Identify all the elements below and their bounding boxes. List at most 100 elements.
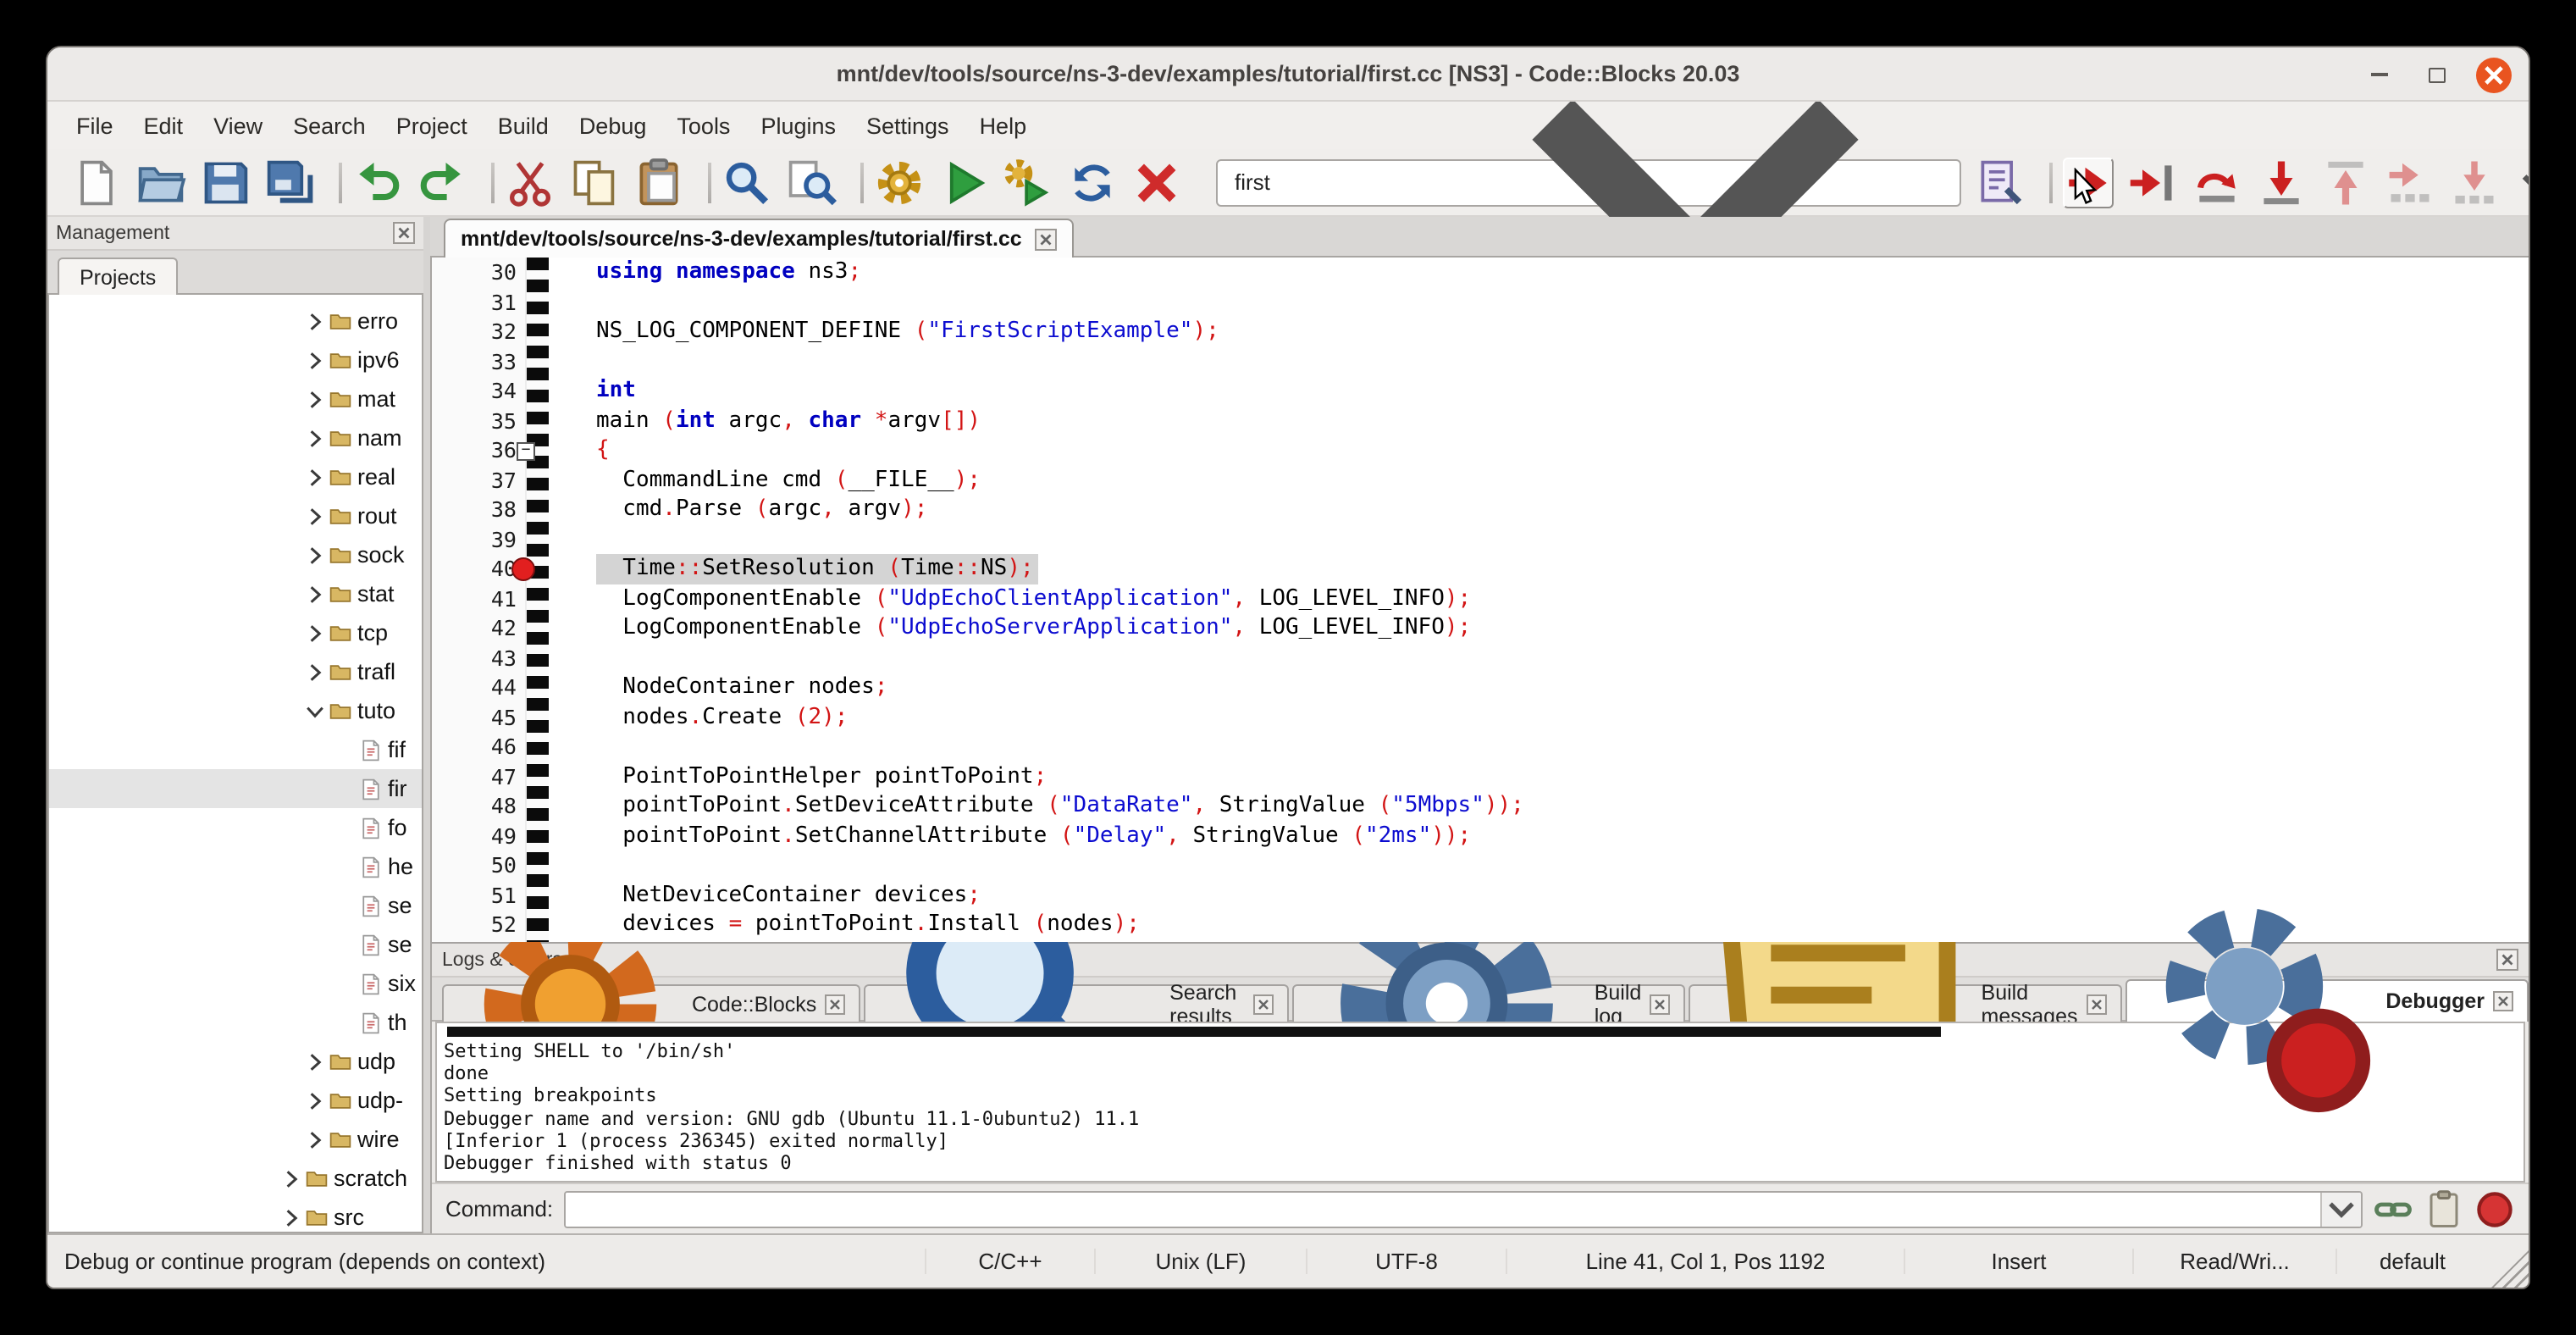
tree-item-scratch[interactable]: scratch	[49, 1159, 422, 1198]
code-line-39[interactable]: 39	[432, 524, 2529, 554]
redo-button[interactable]	[417, 157, 467, 208]
copy-log-button[interactable]	[2424, 1188, 2464, 1229]
tree-item-stat[interactable]: stat	[49, 574, 422, 613]
line-number[interactable]: 42	[432, 613, 517, 643]
code-line-49[interactable]: 49 pointToPoint.SetChannelAttribute ("De…	[432, 821, 2529, 850]
line-number[interactable]: 52	[432, 910, 517, 939]
tree-item-udp[interactable]: udp	[49, 1042, 422, 1081]
close-management-button[interactable]	[393, 222, 415, 244]
line-number[interactable]: 30	[432, 258, 517, 287]
run-button[interactable]	[938, 157, 989, 208]
build-button[interactable]	[874, 157, 925, 208]
code-line-47[interactable]: 47 PointToPointHelper pointToPoint;	[432, 762, 2529, 791]
titlebar[interactable]: mnt/dev/tools/source/ns-3-dev/examples/t…	[47, 47, 2529, 102]
step-into-instruction-button[interactable]	[2449, 157, 2500, 208]
toolbar-overflow-button[interactable]	[2513, 157, 2530, 208]
menu-view[interactable]: View	[198, 108, 278, 143]
close-logs-button[interactable]	[2496, 949, 2518, 971]
code-line-41[interactable]: 41 LogComponentEnable ("UdpEchoClientApp…	[432, 584, 2529, 613]
tree-item-tcp[interactable]: tcp	[49, 613, 422, 652]
chevron-right-icon[interactable]	[303, 309, 327, 333]
close-editor-tab-button[interactable]	[1036, 228, 1058, 250]
tree-item-erro[interactable]: erro	[49, 302, 422, 341]
rebuild-button[interactable]	[1067, 157, 1118, 208]
tree-item-se[interactable]: se	[49, 886, 422, 925]
code-line-33[interactable]: 33	[432, 346, 2529, 376]
tree-item-src[interactable]: src	[49, 1198, 422, 1233]
command-dropdown-button[interactable]	[2320, 1192, 2361, 1226]
close-button[interactable]	[2476, 57, 2512, 92]
menu-plugins[interactable]: Plugins	[745, 108, 851, 143]
find-in-files-button[interactable]	[786, 157, 837, 208]
tree-item-nam[interactable]: nam	[49, 418, 422, 457]
menu-build[interactable]: Build	[483, 108, 564, 143]
close-tab-button[interactable]	[2493, 991, 2513, 1011]
chevron-right-icon[interactable]	[303, 465, 327, 489]
code-line-42[interactable]: 42 LogComponentEnable ("UdpEchoServerApp…	[432, 613, 2529, 643]
chevron-right-icon[interactable]	[303, 426, 327, 450]
step-out-button[interactable]	[2320, 157, 2371, 208]
save-all-button[interactable]	[264, 157, 315, 208]
code-line-45[interactable]: 45 nodes.Create (2);	[432, 702, 2529, 732]
close-tab-button[interactable]	[2086, 994, 2106, 1014]
build-and-run-button[interactable]	[1003, 157, 1053, 208]
tab-projects[interactable]: Projects	[58, 258, 178, 295]
tree-item-rout[interactable]: rout	[49, 496, 422, 535]
paste-button[interactable]	[633, 157, 684, 208]
menu-debug[interactable]: Debug	[564, 108, 662, 143]
chevron-right-icon[interactable]	[279, 1166, 303, 1190]
close-tab-button[interactable]	[1253, 994, 1274, 1014]
editor-tab-first-cc[interactable]: mnt/dev/tools/source/ns-3-dev/examples/t…	[444, 219, 1075, 258]
tree-item-trafl[interactable]: trafl	[49, 652, 422, 691]
line-number[interactable]: 35	[432, 406, 517, 435]
tree-item-th[interactable]: th	[49, 1003, 422, 1042]
close-tab-button[interactable]	[1650, 994, 1670, 1014]
code-line-40[interactable]: 40 Time::SetResolution (Time::NS);	[432, 554, 2529, 584]
line-number[interactable]: 38	[432, 495, 517, 524]
line-number[interactable]: 31	[432, 287, 517, 317]
tree-item-mat[interactable]: mat	[49, 379, 422, 418]
chevron-right-icon[interactable]	[303, 387, 327, 411]
code-line-48[interactable]: 48 pointToPoint.SetDeviceAttribute ("Dat…	[432, 791, 2529, 821]
open-button[interactable]	[135, 157, 186, 208]
chevron-right-icon[interactable]	[303, 348, 327, 372]
tree-item-sock[interactable]: sock	[49, 535, 422, 574]
resize-grip[interactable]	[2491, 1250, 2529, 1288]
stop-debugger-button[interactable]	[2474, 1188, 2515, 1229]
menu-project[interactable]: Project	[381, 108, 483, 143]
code-line-32[interactable]: 32NS_LOG_COMPONENT_DEFINE ("FirstScriptE…	[432, 317, 2529, 346]
menu-search[interactable]: Search	[278, 108, 381, 143]
menu-help[interactable]: Help	[965, 108, 1042, 143]
line-number[interactable]: 37	[432, 465, 517, 495]
minimize-button[interactable]	[2361, 56, 2398, 93]
attach-button[interactable]	[2373, 1188, 2413, 1229]
debug-continue-button[interactable]	[2063, 157, 2114, 208]
logs-tab-code-blocks[interactable]: Code::Blocks	[442, 984, 860, 1022]
line-number[interactable]: 40	[432, 554, 517, 584]
tree-item-fif[interactable]: fif	[49, 730, 422, 769]
code-line-46[interactable]: 46	[432, 732, 2529, 762]
code-line-36[interactable]: 36−{	[432, 435, 2529, 465]
build-target-combo[interactable]: first	[1216, 158, 1961, 206]
tree-item-six[interactable]: six	[49, 964, 422, 1003]
line-number[interactable]: 34	[432, 376, 517, 406]
code-line-30[interactable]: 30using namespace ns3;	[432, 258, 2529, 287]
logs-tab-build-messages[interactable]: Build messages	[1689, 984, 2121, 1022]
chevron-right-icon[interactable]	[303, 582, 327, 606]
line-number[interactable]: 41	[432, 584, 517, 613]
logs-tab-search-results[interactable]: Search results	[864, 984, 1289, 1022]
command-input[interactable]	[565, 1192, 2320, 1226]
chevron-right-icon[interactable]	[303, 1088, 327, 1112]
panel-splitter[interactable]	[423, 217, 430, 1233]
line-number[interactable]: 49	[432, 821, 517, 850]
logs-tab-debugger[interactable]: Debugger	[2125, 979, 2529, 1022]
find-button[interactable]	[721, 157, 772, 208]
logs-tab-build-log[interactable]: Build log	[1292, 984, 1686, 1022]
chevron-down-icon[interactable]	[303, 699, 327, 723]
line-number[interactable]: 46	[432, 732, 517, 762]
tree-item-fir[interactable]: fir	[49, 769, 422, 808]
next-line-button[interactable]	[2192, 157, 2242, 208]
menu-settings[interactable]: Settings	[851, 108, 965, 143]
chevron-right-icon[interactable]	[279, 1205, 303, 1229]
tree-item-fo[interactable]: fo	[49, 808, 422, 847]
